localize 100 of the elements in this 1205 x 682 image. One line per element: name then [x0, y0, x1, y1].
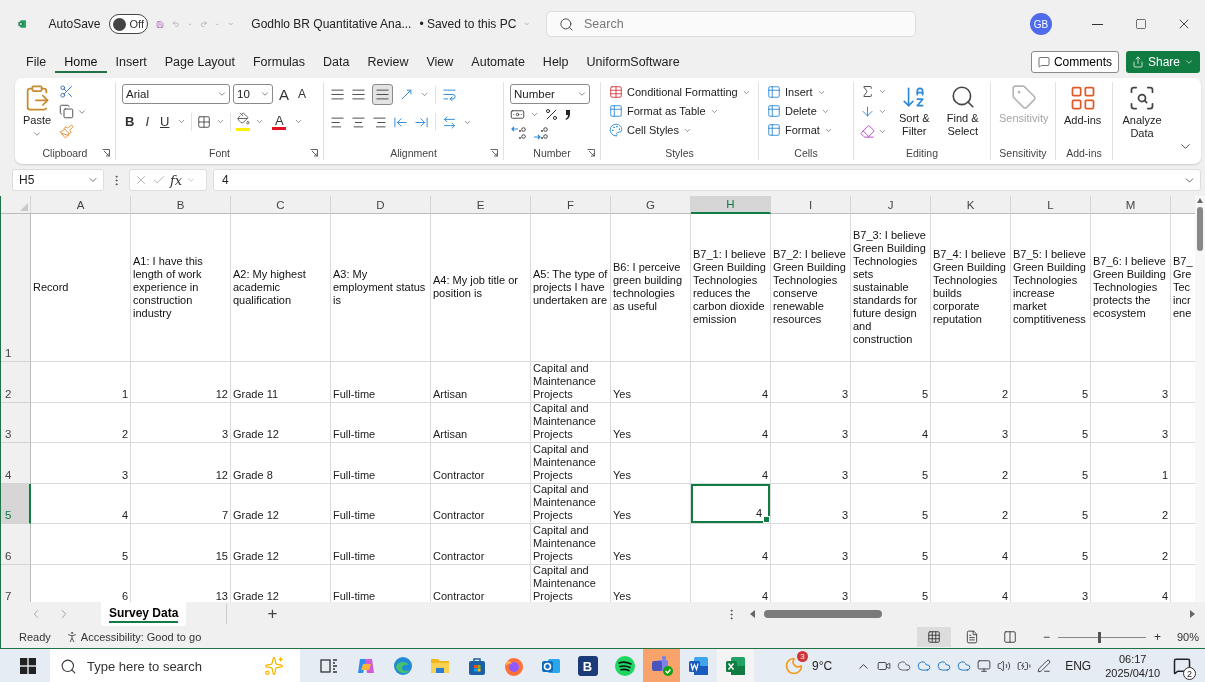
styles-menu-button[interactable]: Conditional Formatting: [607, 84, 753, 100]
cloud-icon[interactable]: [937, 659, 952, 673]
share-button[interactable]: Share: [1125, 51, 1200, 73]
row-header[interactable]: 2: [1, 362, 31, 403]
normal-view-icon[interactable]: [926, 630, 941, 644]
styles-menu-button[interactable]: Format as Table: [607, 103, 721, 119]
orientation-icon[interactable]: [399, 87, 414, 102]
italic-button[interactable]: I: [142, 114, 152, 129]
scroll-left-icon[interactable]: [750, 610, 755, 618]
caret-icon[interactable]: [420, 90, 429, 99]
cells-menu-button[interactable]: Format: [765, 122, 835, 138]
find-select-button[interactable]: Find & Select: [941, 84, 984, 138]
temperature[interactable]: 9°C: [812, 659, 833, 673]
menu-tab[interactable]: Insert: [106, 51, 156, 73]
align-center-icon[interactable]: [351, 114, 366, 130]
camera-icon[interactable]: [877, 659, 892, 673]
borders-icon[interactable]: [197, 114, 212, 129]
page-layout-icon[interactable]: [964, 630, 979, 644]
row-header[interactable]: 4: [1, 443, 31, 484]
language-indicator[interactable]: ENG: [1065, 659, 1092, 673]
percent-icon[interactable]: [544, 107, 559, 122]
cloud-icon[interactable]: [917, 659, 932, 673]
scroll-right-icon[interactable]: [1190, 610, 1195, 618]
vertical-scrollbar[interactable]: [1195, 196, 1205, 602]
column-header[interactable]: M: [1091, 196, 1171, 214]
dialog-launcher-icon[interactable]: [490, 149, 498, 157]
pen-icon[interactable]: [1037, 659, 1052, 673]
add-sheet-button[interactable]: +: [226, 604, 284, 624]
wave-browser-icon[interactable]: [391, 655, 414, 677]
analyze-data-button[interactable]: Analyze Data: [1119, 84, 1165, 140]
align-bottom-button[interactable]: [372, 84, 393, 105]
row-header[interactable]: 1: [1, 214, 31, 362]
shrink-font-button[interactable]: A: [295, 86, 310, 102]
clock[interactable]: 06:17 2025/04/10: [1105, 652, 1161, 680]
currency-icon[interactable]: [510, 107, 525, 122]
speaker-icon[interactable]: [997, 659, 1012, 673]
decrease-decimal-icon[interactable]: [532, 125, 550, 141]
task-view-icon[interactable]: [319, 658, 338, 674]
menu-tab[interactable]: Help: [533, 51, 578, 73]
menu-tab[interactable]: Page Layout: [155, 51, 244, 73]
spreadsheet-app-icon[interactable]: [724, 655, 747, 677]
wrap-text-icon[interactable]: [442, 87, 457, 102]
taskbar-search-field[interactable]: Type here to search: [50, 649, 300, 682]
dialog-launcher-icon[interactable]: [102, 149, 110, 157]
align-middle-icon[interactable]: [351, 87, 366, 102]
menu-tab[interactable]: Formulas: [243, 51, 315, 73]
font-name-dropdown[interactable]: Arial: [122, 84, 230, 104]
dialog-launcher-icon[interactable]: [310, 149, 318, 157]
cloud-icon[interactable]: [897, 659, 912, 673]
accessibility-status[interactable]: Accessibility: Good to go: [80, 631, 202, 643]
zoom-level[interactable]: 90%: [1176, 631, 1199, 643]
view-button[interactable]: [916, 627, 951, 647]
taskbar-app-button[interactable]: B: [569, 649, 606, 682]
name-box[interactable]: H5: [12, 169, 104, 191]
notifications-icon[interactable]: [1173, 657, 1191, 675]
search-field[interactable]: Search: [546, 11, 916, 37]
cells-menu-button[interactable]: Delete: [765, 103, 832, 119]
sum-icon[interactable]: [860, 84, 875, 99]
comma-style-icon[interactable]: [564, 107, 572, 122]
row-header[interactable]: 3: [1, 402, 31, 443]
zoom-in-button[interactable]: +: [1151, 630, 1163, 644]
column-header[interactable]: B: [131, 196, 231, 214]
menu-tab[interactable]: View: [417, 51, 463, 73]
zoom-out-button[interactable]: −: [1040, 630, 1052, 644]
menu-tab[interactable]: File: [17, 51, 56, 73]
grow-font-button[interactable]: A: [276, 86, 292, 102]
document-app-icon[interactable]: [687, 655, 710, 677]
save-status[interactable]: • Saved to this PC: [419, 17, 517, 31]
menu-tab[interactable]: Data: [314, 51, 359, 73]
monitor-icon[interactable]: [977, 659, 992, 673]
menu-tab[interactable]: UniformSoftware: [577, 51, 689, 73]
underline-button[interactable]: U: [157, 114, 173, 129]
caret-icon[interactable]: [294, 117, 304, 126]
column-header[interactable]: A: [31, 196, 131, 214]
caret-icon[interactable]: [177, 117, 187, 126]
user-avatar[interactable]: GB: [1030, 13, 1052, 35]
scroll-up-icon[interactable]: [1197, 198, 1203, 203]
caret-icon[interactable]: [878, 127, 887, 136]
menu-tab[interactable]: Home: [55, 51, 107, 73]
row-header[interactable]: 6: [1, 524, 31, 565]
caret-icon[interactable]: [255, 117, 265, 126]
menu-tab[interactable]: Review: [358, 51, 418, 73]
app-icon[interactable]: B: [577, 656, 598, 676]
caret-icon[interactable]: [878, 107, 887, 116]
menu-tab[interactable]: Automate: [462, 51, 534, 73]
bold-button[interactable]: B: [122, 114, 138, 129]
document-title[interactable]: Godhlo BR Quantitative Ana...: [251, 17, 412, 31]
scissors-icon[interactable]: [59, 84, 75, 99]
row-header[interactable]: 7: [1, 564, 31, 602]
caret-icon[interactable]: [530, 110, 539, 119]
chat-app-icon[interactable]: [649, 655, 674, 677]
align-right-icon[interactable]: [372, 114, 387, 130]
page-break-icon[interactable]: [1002, 630, 1017, 644]
sheet-tab[interactable]: Survey Data: [101, 602, 187, 626]
formula-field[interactable]: 4: [213, 169, 1201, 191]
column-header[interactable]: F: [531, 196, 611, 214]
align-top-icon[interactable]: [330, 87, 345, 102]
column-header[interactable]: C: [231, 196, 331, 214]
sort-filter-button[interactable]: Sort & Filter: [893, 84, 936, 138]
folder-icon[interactable]: [428, 656, 451, 676]
